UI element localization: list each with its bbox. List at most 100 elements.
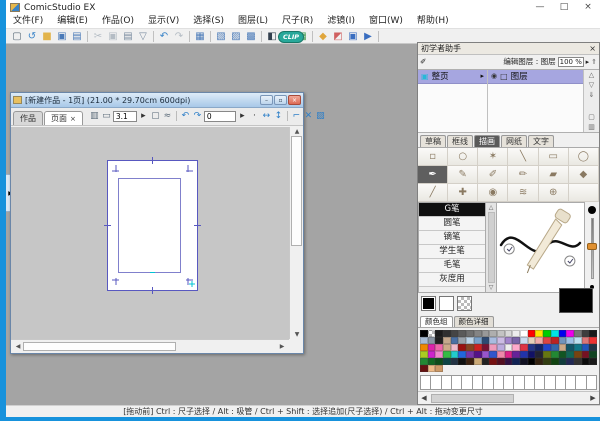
revert-icon[interactable]: ↺ bbox=[25, 30, 39, 43]
rotation-input[interactable] bbox=[204, 111, 236, 122]
palette-swatch[interactable] bbox=[574, 358, 582, 365]
palette-swatch[interactable] bbox=[520, 358, 528, 365]
palette-swatch[interactable] bbox=[451, 337, 459, 344]
palette-scroll-right-icon[interactable]: ▶ bbox=[587, 392, 599, 404]
palette-swatch[interactable] bbox=[559, 337, 567, 344]
palette-swatch[interactable] bbox=[420, 365, 428, 372]
tab-close-icon[interactable]: × bbox=[70, 115, 76, 123]
brush-item-6[interactable]: 灰度用 bbox=[419, 273, 485, 287]
lasso-tool[interactable]: ○ bbox=[448, 148, 478, 166]
palette-swatch[interactable] bbox=[489, 351, 497, 358]
assistant-close-icon[interactable]: × bbox=[589, 44, 596, 53]
palette-swatch[interactable] bbox=[582, 358, 590, 365]
palette-swatch[interactable] bbox=[574, 351, 582, 358]
layer-visibility-icon[interactable]: ◉ bbox=[491, 72, 497, 80]
palette-swatch[interactable] bbox=[482, 337, 490, 344]
palette-swatch[interactable] bbox=[551, 358, 559, 365]
palette-swatch[interactable] bbox=[428, 351, 436, 358]
palette-swatch[interactable] bbox=[466, 337, 474, 344]
brush-item-2[interactable]: 圆笔 bbox=[419, 217, 485, 231]
menu-item-9[interactable]: 窗口(W) bbox=[362, 15, 410, 28]
palette-swatch[interactable] bbox=[566, 344, 574, 351]
palette-swatch[interactable] bbox=[559, 344, 567, 351]
palette-swatch[interactable] bbox=[535, 337, 543, 344]
palette-scroll-left-icon[interactable]: ◀ bbox=[418, 392, 430, 404]
custom-swatch[interactable] bbox=[482, 375, 492, 390]
palette-swatch[interactable] bbox=[443, 330, 451, 337]
palette-swatch[interactable] bbox=[535, 330, 543, 337]
palette-swatch[interactable] bbox=[420, 344, 428, 351]
palette-swatch[interactable] bbox=[582, 337, 590, 344]
palette-swatch[interactable] bbox=[543, 337, 551, 344]
palette-swatch[interactable] bbox=[474, 358, 482, 365]
palette-swatch[interactable] bbox=[497, 344, 505, 351]
palette-swatch[interactable] bbox=[520, 351, 528, 358]
palette-swatch[interactable] bbox=[428, 330, 436, 337]
tab-颜色详细[interactable]: 颜色详细 bbox=[454, 316, 494, 327]
custom-swatch[interactable] bbox=[544, 375, 554, 390]
palette-swatch[interactable] bbox=[535, 344, 543, 351]
reset-rotation-icon[interactable]: · bbox=[249, 110, 260, 122]
palette-swatch[interactable] bbox=[566, 337, 574, 344]
tab-网纸[interactable]: 网纸 bbox=[501, 135, 527, 147]
palette-swatch[interactable] bbox=[428, 344, 436, 351]
palette-swatch[interactable] bbox=[574, 330, 582, 337]
find-pages-icon[interactable]: ▩ bbox=[244, 30, 258, 43]
tab-颜色组[interactable]: 颜色组 bbox=[420, 316, 453, 327]
palette-swatch[interactable] bbox=[482, 358, 490, 365]
palette-swatch[interactable] bbox=[458, 337, 466, 344]
custom-swatch[interactable] bbox=[586, 375, 597, 390]
corner-view-icon[interactable]: ⌐ bbox=[291, 110, 302, 122]
palette-swatch[interactable] bbox=[474, 344, 482, 351]
custom-swatch[interactable] bbox=[565, 375, 575, 390]
palette-swatch[interactable] bbox=[451, 358, 459, 365]
palette-swatch[interactable] bbox=[528, 351, 536, 358]
palette-swatch[interactable] bbox=[466, 351, 474, 358]
custom-swatch[interactable] bbox=[430, 375, 440, 390]
palette-swatch[interactable] bbox=[428, 358, 436, 365]
palette-swatch[interactable] bbox=[520, 330, 528, 337]
spread-view-icon[interactable]: ▥ bbox=[89, 110, 100, 122]
scroll-down-icon[interactable]: ▼ bbox=[290, 330, 304, 339]
palette-swatch[interactable] bbox=[566, 351, 574, 358]
palette-swatch[interactable] bbox=[543, 358, 551, 365]
stamp-tool[interactable]: ⊕ bbox=[539, 184, 569, 202]
palette-swatch[interactable] bbox=[528, 358, 536, 365]
print-icon[interactable]: ▦ bbox=[193, 30, 207, 43]
palette-swatch[interactable] bbox=[466, 344, 474, 351]
move-tool[interactable]: ✚ bbox=[448, 184, 478, 202]
doc-vscroll-thumb[interactable] bbox=[291, 136, 302, 246]
brush-list-scrollbar[interactable]: △ ▽ bbox=[486, 202, 497, 293]
custom-swatch[interactable] bbox=[472, 375, 482, 390]
palette-swatch[interactable] bbox=[512, 358, 520, 365]
minimize-button[interactable]: — bbox=[528, 0, 552, 15]
story-editor-icon[interactable]: ◧ bbox=[265, 30, 279, 43]
palette-swatch[interactable] bbox=[451, 330, 459, 337]
clip-badge[interactable]: CLIP bbox=[278, 31, 304, 43]
zoom-input[interactable] bbox=[113, 111, 137, 122]
palette-swatch[interactable] bbox=[451, 351, 459, 358]
palette-swatch[interactable] bbox=[497, 358, 505, 365]
palette-swatch[interactable] bbox=[443, 351, 451, 358]
page-preview-icon[interactable]: ▨ bbox=[229, 30, 243, 43]
flip-horizontal-icon[interactable]: ↔ bbox=[261, 110, 272, 122]
cut-icon[interactable]: ✂ bbox=[91, 30, 105, 43]
palette-swatch[interactable] bbox=[543, 344, 551, 351]
custom-swatch[interactable] bbox=[441, 375, 451, 390]
palette-swatch[interactable] bbox=[420, 330, 428, 337]
brush-scroll-track[interactable] bbox=[488, 212, 495, 283]
custom-swatch[interactable] bbox=[575, 375, 585, 390]
eyedropper-tool[interactable]: ╱ bbox=[418, 184, 448, 202]
tab-文字[interactable]: 文字 bbox=[528, 135, 554, 147]
palette-swatch[interactable] bbox=[489, 337, 497, 344]
menu-item-6[interactable]: 图层(L) bbox=[231, 15, 275, 28]
page-list-item[interactable]: ▣ 整页 ▸ bbox=[418, 70, 487, 84]
palette-swatch[interactable] bbox=[551, 351, 559, 358]
palette-swatch[interactable] bbox=[489, 344, 497, 351]
slider-handle[interactable] bbox=[587, 243, 597, 250]
layer-list-item[interactable]: ◉ □ 图层 bbox=[488, 70, 583, 84]
palette-swatch[interactable] bbox=[589, 351, 597, 358]
palette-swatch[interactable] bbox=[482, 330, 490, 337]
doc-tab-page[interactable]: 页面× bbox=[44, 111, 83, 125]
menu-item-4[interactable]: 显示(V) bbox=[141, 15, 186, 28]
